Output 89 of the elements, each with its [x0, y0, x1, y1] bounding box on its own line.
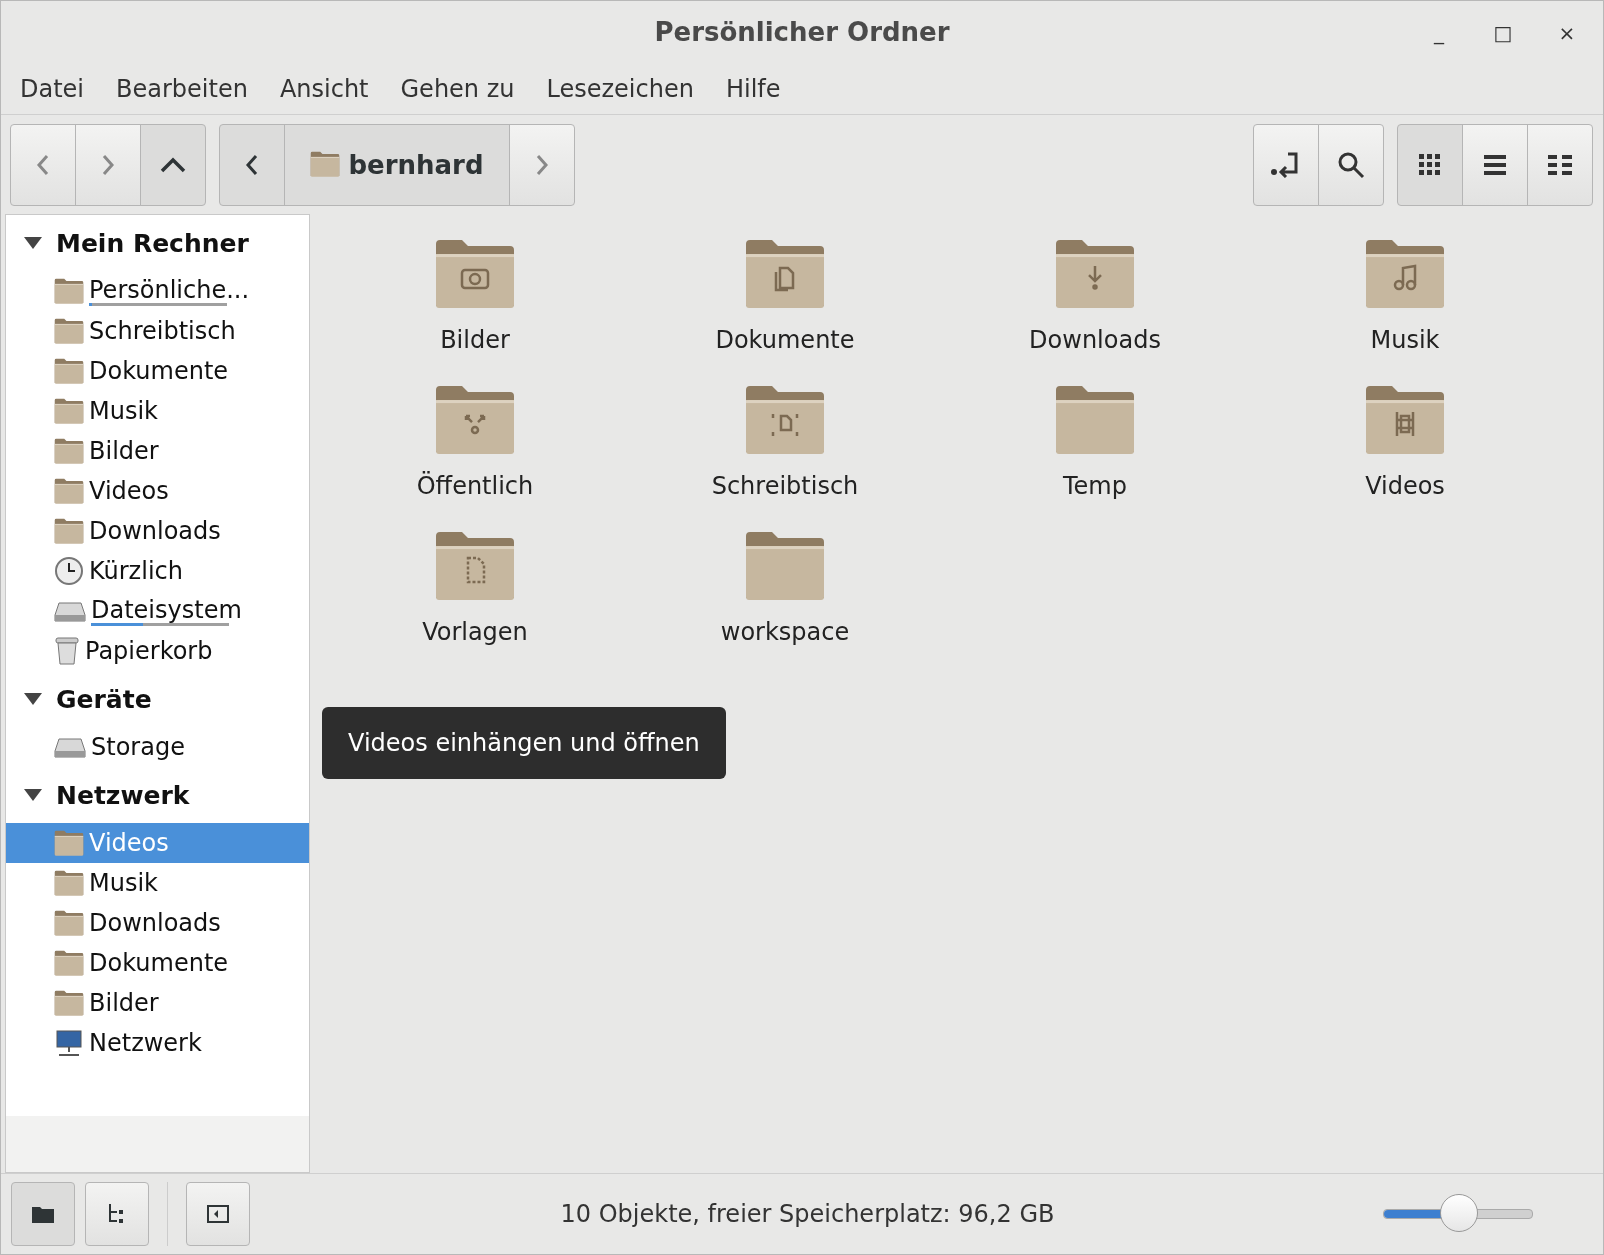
tooltip: Videos einhängen und öffnen — [322, 707, 726, 779]
folder-icon — [32, 1205, 54, 1223]
expander-icon[interactable] — [24, 789, 42, 801]
section-header: Netzwerk — [56, 780, 190, 810]
sidebar-toggle-button[interactable] — [186, 1182, 250, 1246]
sidebar-item[interactable]: Dateisystem — [6, 591, 309, 631]
search-button[interactable] — [1318, 123, 1384, 206]
expander-icon[interactable] — [24, 693, 42, 705]
location-button[interactable] — [1253, 123, 1319, 206]
menu-item[interactable]: Lesezeichen — [535, 74, 705, 103]
close-button[interactable]: × — [1545, 15, 1589, 51]
trash-icon — [54, 636, 80, 666]
view-mode-button[interactable] — [1462, 123, 1528, 206]
section-header: Geräte — [56, 684, 152, 714]
sidebar-item[interactable]: Bilder — [6, 431, 309, 471]
folder-icon — [1364, 238, 1446, 311]
chevron-up-icon — [160, 156, 186, 173]
sidebar-item[interactable]: Musik — [6, 863, 309, 903]
slider-thumb[interactable] — [1440, 1194, 1478, 1232]
expander-icon[interactable] — [24, 237, 42, 249]
file-name[interactable]: Videos — [1365, 472, 1445, 501]
section-header: Mein Rechner — [56, 228, 249, 258]
folder-icon — [54, 357, 84, 385]
folder-icon — [54, 829, 84, 857]
folder-icon — [54, 869, 84, 897]
sidebar-item[interactable]: Kürzlich — [6, 551, 309, 591]
drive-icon — [54, 735, 86, 759]
clock-icon — [54, 556, 84, 586]
menu-item[interactable]: Datei — [9, 74, 96, 103]
maximize-button[interactable]: □ — [1481, 15, 1525, 51]
sidebar-item[interactable]: Persönliche... — [6, 271, 309, 311]
folder-icon — [744, 530, 826, 603]
sidebar-item[interactable]: Downloads — [6, 903, 309, 943]
file-name[interactable]: Schreibtisch — [711, 472, 859, 501]
menu-item[interactable]: Ansicht — [268, 74, 380, 103]
file-name[interactable]: Musik — [1370, 326, 1440, 355]
window-title: Persönlicher Ordner — [654, 17, 950, 47]
folder-icon — [744, 238, 826, 311]
folder-icon — [54, 277, 84, 305]
file-name[interactable]: workspace — [720, 618, 850, 647]
network-icon — [54, 1028, 84, 1058]
file-name[interactable]: Bilder — [440, 326, 510, 355]
folder-icon — [744, 384, 826, 457]
path-button[interactable]: bernhard — [284, 123, 510, 206]
list-view-icon — [1484, 154, 1506, 175]
menu-item[interactable]: Gehen zu — [389, 74, 526, 103]
compact-view-icon — [1548, 154, 1572, 175]
grid-view-icon — [1419, 153, 1441, 176]
file-name[interactable]: Dokumente — [715, 326, 855, 355]
sidebar-item[interactable]: Musik — [6, 391, 309, 431]
folder-icon — [54, 437, 84, 465]
sidebar-toggle-icon — [207, 1205, 229, 1223]
folder-icon — [1054, 384, 1136, 457]
folder-icon — [434, 530, 516, 603]
folder-icon — [54, 517, 84, 545]
folder-icon — [54, 989, 84, 1017]
sidebar-item[interactable]: Storage — [6, 727, 309, 767]
sidebar-item[interactable]: Schreibtisch — [6, 311, 309, 351]
file-name[interactable]: Downloads — [1029, 326, 1161, 355]
up-button[interactable] — [140, 123, 206, 206]
menu-item[interactable]: Hilfe — [714, 74, 792, 103]
folder-icon — [434, 238, 516, 311]
folder-icon — [54, 317, 84, 345]
menu-item[interactable]: Bearbeiten — [105, 74, 259, 103]
drive-icon — [54, 599, 86, 623]
folder-icon — [1054, 238, 1136, 311]
minimize-button[interactable]: _ — [1417, 15, 1461, 51]
view-mode-button[interactable] — [1397, 123, 1463, 206]
search-icon — [1337, 150, 1365, 179]
folder-icon — [54, 949, 84, 977]
sidebar-item[interactable]: Videos — [6, 471, 309, 511]
sidebar-item[interactable]: Dokumente — [6, 351, 309, 391]
places-button[interactable] — [11, 1182, 75, 1246]
folder-icon — [54, 909, 84, 937]
status-text: 10 Objekte, freier Speicherplatz: 96,2 GB — [559, 1200, 1056, 1228]
sidebar-item[interactable]: Papierkorb — [6, 631, 309, 671]
file-name[interactable]: Vorlagen — [422, 618, 528, 647]
sidebar-item[interactable]: Downloads — [6, 511, 309, 551]
sidebar-item[interactable]: Dokumente — [6, 943, 309, 983]
tree-button[interactable] — [85, 1182, 149, 1246]
sidebar-item[interactable]: Bilder — [6, 983, 309, 1023]
folder-icon — [1364, 384, 1446, 457]
folder-icon — [434, 384, 516, 457]
sidebar-item[interactable]: Netzwerk — [6, 1023, 309, 1063]
folder-icon — [54, 477, 84, 505]
folder-icon — [54, 397, 84, 425]
file-name[interactable]: Temp — [1063, 472, 1127, 501]
view-mode-button[interactable] — [1527, 123, 1593, 206]
file-name[interactable]: Öffentlich — [416, 472, 534, 501]
